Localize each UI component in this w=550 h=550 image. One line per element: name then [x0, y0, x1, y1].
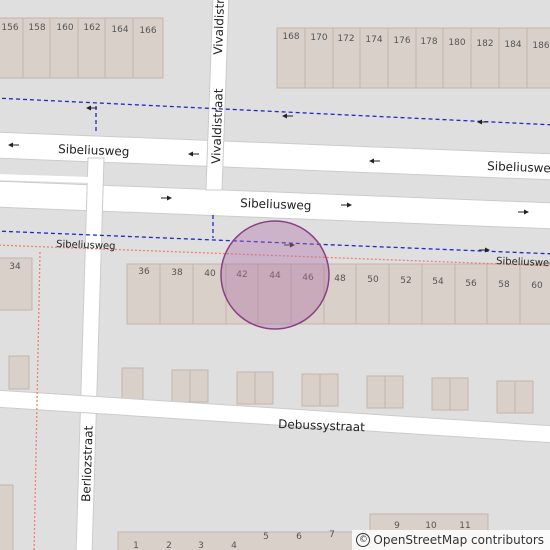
street-label-sibeliusweg: Sibeliusweg: [58, 142, 130, 159]
arrow-left-icon: [477, 119, 488, 125]
house-number: 5: [263, 532, 269, 542]
house-number: 1: [133, 541, 139, 550]
house-number: 48: [334, 274, 346, 284]
house-number: 180: [448, 38, 465, 48]
house-number: 174: [365, 35, 382, 45]
building-block-bottom: [117, 531, 359, 550]
house-number: 2: [166, 541, 172, 550]
house-number: 52: [400, 276, 411, 286]
arrow-left-icon: [282, 113, 293, 119]
house-number: 156: [1, 23, 18, 33]
house-number: 184: [504, 40, 521, 50]
house-number: 36: [138, 267, 150, 277]
house-number: 54: [432, 277, 444, 287]
house-number: 166: [139, 26, 156, 36]
house-number: 4: [231, 541, 237, 550]
house-number: 3: [198, 541, 204, 550]
house-number: 168: [282, 32, 299, 42]
street-label-debussystraat: Debussystraat: [278, 417, 366, 434]
street-label-berliozstraat: Berliozstraat: [79, 425, 96, 502]
house-number: 186: [532, 41, 549, 51]
path-label-sibeliusweg: Sibeliusweg: [56, 239, 116, 252]
house-number: 170: [310, 33, 327, 43]
house-number: 182: [476, 39, 493, 49]
house-number: 38: [171, 268, 183, 278]
house-number: 176: [393, 36, 410, 46]
copyright-icon: ©: [356, 533, 371, 547]
house-number: 178: [420, 37, 437, 47]
location-marker[interactable]: [220, 220, 330, 330]
house-number: 50: [367, 275, 379, 285]
house-number: 6: [296, 532, 302, 542]
attribution: © OpenStreetMap contributors: [352, 530, 550, 550]
house-number: 162: [83, 23, 100, 33]
street-label-sibeliusweg: Sibeliusweg: [240, 196, 312, 213]
shed: [8, 355, 30, 390]
street-label-vivaldistraat: Vivaldistr: [211, 0, 227, 55]
house-number: 158: [28, 23, 45, 33]
house-number: 40: [204, 269, 216, 279]
shed: [121, 367, 144, 401]
map[interactable]: Sibeliusweg Sibeliusweg Sibeliusweg Sibe…: [0, 0, 550, 550]
path-label-sibeliusweg: Sibeliusweg: [496, 256, 550, 269]
building-bottom-left: [0, 484, 14, 550]
house-number: 160: [56, 23, 73, 33]
house-number: 58: [498, 280, 510, 290]
map-canvas[interactable]: Sibeliusweg Sibeliusweg Sibeliusweg Sibe…: [0, 0, 550, 550]
house-number: 172: [337, 34, 354, 44]
attribution-link[interactable]: OpenStreetMap contributors: [373, 530, 544, 550]
street-label-vivaldistraat: Vivaldistraat: [209, 88, 226, 164]
house-number: 164: [111, 25, 128, 35]
house-number: 60: [531, 281, 543, 291]
house-number: 7: [329, 530, 335, 540]
house-number: 56: [465, 279, 477, 289]
house-number: 34: [9, 262, 21, 272]
street-label-sibeliusweg: Sibeliusweg: [487, 159, 550, 176]
